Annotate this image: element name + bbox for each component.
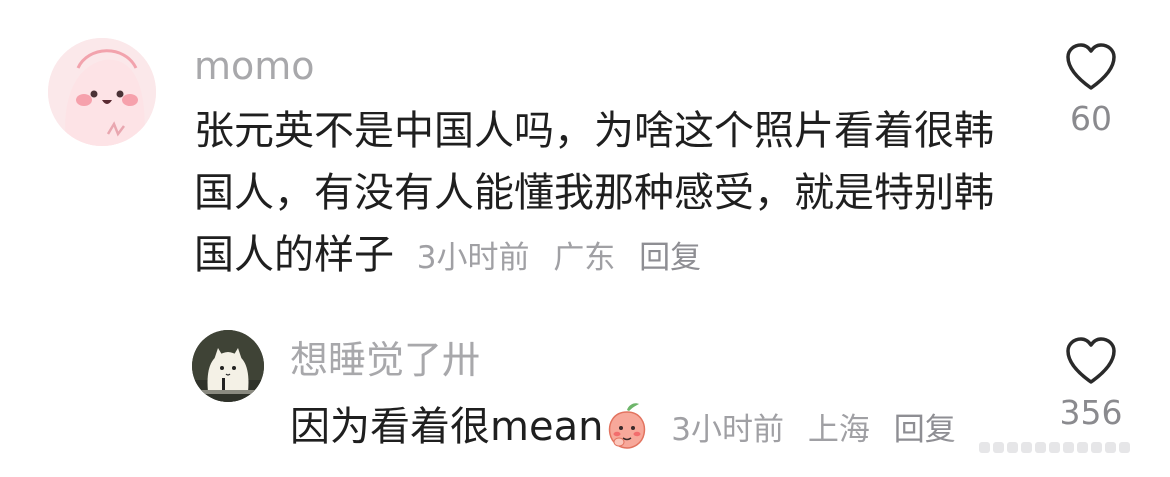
cartoon-cat-at-desk-icon [192, 330, 264, 402]
reply-text: 因为看着很mean [290, 404, 604, 450]
like-count: 356 [1059, 393, 1123, 432]
reply-username[interactable]: 想睡觉了卅 [290, 341, 480, 379]
reply-button[interactable]: 回复 [639, 240, 701, 276]
avatar[interactable] [48, 38, 156, 146]
comment-thread: momo 张元英不是中国人吗，为啥这个照片看着很韩国人，有没有人能懂我那种感受，… [0, 0, 1170, 477]
avatar[interactable] [192, 330, 264, 402]
like-button[interactable]: 60 [1046, 42, 1136, 135]
heart-outline-icon [1066, 337, 1116, 384]
reply-meta: 3小时前 上海 回复 [661, 412, 969, 448]
like-count: 60 [1070, 99, 1112, 138]
comment-body: 张元英不是中国人吗，为啥这个照片看着很韩国人，有没有人能懂我那种感受，就是特别韩… [194, 100, 1014, 289]
peach-shy-emoji-icon [609, 403, 646, 449]
reply-body: 因为看着很mean 3小时前 上海 回复 [290, 396, 1050, 461]
reply-location: 上海 [807, 412, 870, 448]
comment-username[interactable]: momo [194, 47, 315, 85]
pink-blob-face-icon [48, 38, 156, 146]
comment-time: 3小时前 [416, 240, 530, 276]
heart-outline-icon [1066, 43, 1116, 90]
comment-meta: 3小时前 广东 回复 [417, 240, 715, 276]
watermark-icon [979, 442, 1130, 453]
like-button[interactable]: 356 [1046, 336, 1136, 429]
comment-location: 广东 [553, 240, 616, 276]
comment-item: momo 张元英不是中国人吗，为啥这个照片看着很韩国人，有没有人能懂我那种感受，… [0, 0, 1170, 300]
reply-time: 3小时前 [671, 412, 785, 448]
